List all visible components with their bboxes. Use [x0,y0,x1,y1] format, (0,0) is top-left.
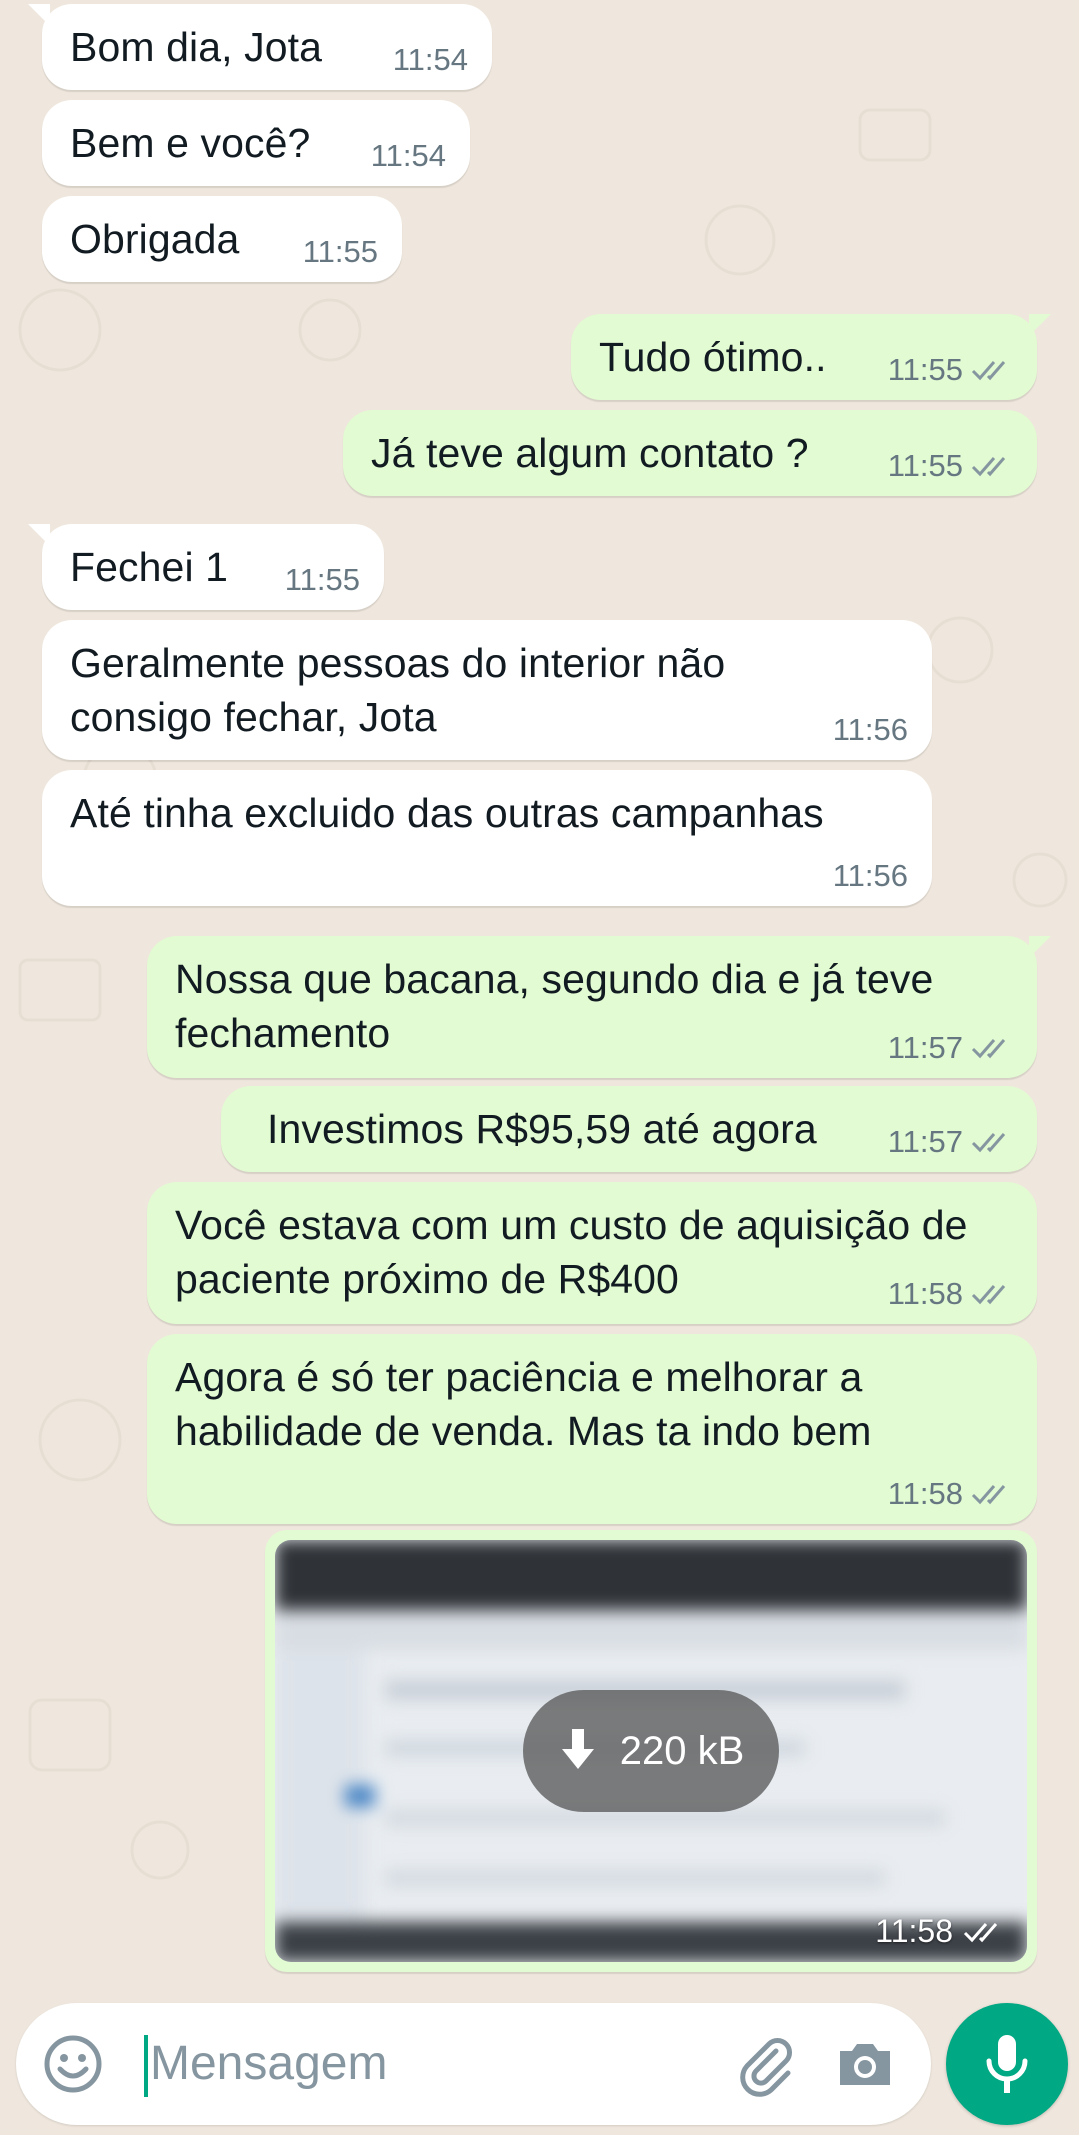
message-text: Agora é só ter paciência e melhorar a ha… [175,1354,872,1454]
double-check-icon [963,1922,998,1942]
message-meta: 11:54 [371,138,446,174]
message-meta: 11:58 [888,1276,1013,1312]
message-input[interactable]: Mensagem [150,2033,387,2095]
outgoing-message[interactable]: Agora é só ter paciência e melhorar a ha… [147,1334,1037,1524]
download-size: 220 kB [619,1728,745,1773]
outgoing-message[interactable]: Já teve algum contato ? 11:55 [343,410,1037,496]
image-meta: 11:58 [875,1913,1005,1950]
message-meta: 11:56 [833,712,908,748]
message-time: 11:58 [887,1276,963,1311]
outgoing-message[interactable]: Investimos R$95,59 até agora 11:57 [221,1086,1037,1172]
message-meta: 11:55 [888,448,1013,484]
incoming-message[interactable]: Fechei 1 11:55 [28,524,384,610]
double-check-icon [971,454,1013,478]
message-text: Nossa que bacana, segundo dia e já teve … [175,956,934,1056]
message-time: 11:55 [284,562,360,597]
download-button[interactable]: 220 kB [523,1690,779,1812]
emoji-icon[interactable] [42,2033,104,2095]
message-meta: 11:55 [285,562,360,598]
message-time: 11:58 [875,1913,953,1949]
message-list[interactable]: Bom dia, Jota 11:54 Bem e você? 11:54 Ob… [0,0,1079,1990]
message-time: 11:55 [302,234,378,269]
message-text: Geralmente pessoas do interior não consi… [70,640,726,740]
message-meta: 11:55 [888,352,1013,388]
message-meta: 11:56 [833,858,908,894]
message-meta: 11:55 [303,234,378,270]
incoming-message[interactable]: Obrigada 11:55 [42,196,402,282]
incoming-message[interactable]: Até tinha excluido das outras campanhas … [42,770,932,906]
image-thumbnail[interactable]: 220 kB 11:58 [275,1540,1027,1962]
message-text: Até tinha excluido das outras campanhas [70,790,824,836]
message-meta: 11:57 [888,1030,1013,1066]
double-check-icon [971,358,1013,382]
camera-icon[interactable] [834,2033,896,2095]
image-message[interactable]: 220 kB 11:58 [265,1530,1037,1972]
message-composer[interactable]: Mensagem [16,2003,931,2125]
mic-icon [986,2035,1028,2093]
double-check-icon [971,1130,1013,1154]
mic-button[interactable] [946,2003,1068,2125]
incoming-message[interactable]: Geralmente pessoas do interior não consi… [42,620,932,760]
message-time: 11:55 [887,352,963,387]
message-time: 11:54 [392,42,468,77]
message-time: 11:55 [887,448,963,483]
message-time: 11:57 [887,1030,963,1065]
message-time: 11:57 [887,1124,963,1159]
outgoing-message[interactable]: Nossa que bacana, segundo dia e já teve … [147,936,1051,1078]
message-time: 11:56 [832,858,908,893]
message-time: 11:58 [887,1476,963,1511]
download-icon [561,1729,594,1769]
incoming-message[interactable]: Bom dia, Jota 11:54 [28,4,492,90]
message-meta: 11:58 [888,1476,1013,1512]
double-check-icon [971,1036,1013,1060]
message-time: 11:56 [832,712,908,747]
text-cursor [144,2035,148,2097]
message-time: 11:54 [370,138,446,173]
message-meta: 11:57 [888,1124,1013,1160]
incoming-message[interactable]: Bem e você? 11:54 [42,100,470,186]
double-check-icon [971,1282,1013,1306]
message-text: Você estava com um custo de aquisição de… [175,1202,968,1302]
message-meta: 11:54 [393,42,468,78]
outgoing-message[interactable]: Você estava com um custo de aquisição de… [147,1182,1037,1324]
attach-icon[interactable] [732,2031,798,2097]
outgoing-message[interactable]: Tudo ótimo.. 11:55 [571,314,1051,400]
double-check-icon [971,1482,1013,1506]
